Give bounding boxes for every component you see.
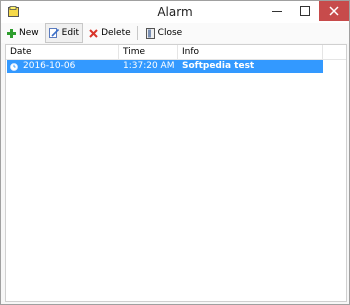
close-window-button[interactable]: [319, 1, 349, 21]
edit-button-label: Edit: [61, 28, 80, 38]
close-button-label: Close: [157, 28, 183, 38]
column-header-date[interactable]: Date: [6, 45, 119, 59]
column-header-info[interactable]: Info: [178, 45, 323, 59]
alarm-clock-icon: [10, 62, 18, 71]
minimize-icon: [272, 11, 282, 12]
new-button-label: New: [19, 28, 39, 38]
alarm-list[interactable]: Date Time Info 2016-10-06 1:37:20 AM Sof…: [5, 44, 347, 302]
toolbar: New Edit Delete Close: [1, 23, 349, 43]
alarm-window: Alarm New Edit Delete Close Date Time In…: [0, 0, 350, 305]
delete-button-label: Delete: [101, 28, 131, 38]
close-button[interactable]: Close: [142, 23, 187, 43]
delete-x-icon: [89, 28, 98, 38]
maximize-button[interactable]: [291, 2, 319, 20]
toolbar-separator: [136, 26, 138, 40]
close-icon: [329, 6, 339, 16]
pencil-icon: [48, 28, 59, 38]
row-date-text: 2016-10-06: [23, 61, 76, 71]
new-button[interactable]: New: [3, 23, 43, 43]
row-info-cell: Softpedia test: [182, 61, 255, 71]
title-bar[interactable]: Alarm: [1, 1, 349, 23]
edit-button[interactable]: Edit: [44, 23, 84, 43]
table-row[interactable]: 2016-10-06 1:37:20 AM Softpedia test: [7, 60, 323, 73]
minimize-button[interactable]: [263, 2, 291, 20]
column-header-time[interactable]: Time: [119, 45, 178, 59]
door-icon: [145, 27, 155, 39]
list-header: Date Time Info: [6, 45, 346, 60]
plus-icon: [7, 28, 16, 38]
row-time-cell: 1:37:20 AM: [123, 61, 175, 71]
maximize-icon: [300, 6, 310, 16]
delete-button[interactable]: Delete: [85, 23, 135, 43]
row-date-cell: 2016-10-06: [7, 60, 119, 73]
